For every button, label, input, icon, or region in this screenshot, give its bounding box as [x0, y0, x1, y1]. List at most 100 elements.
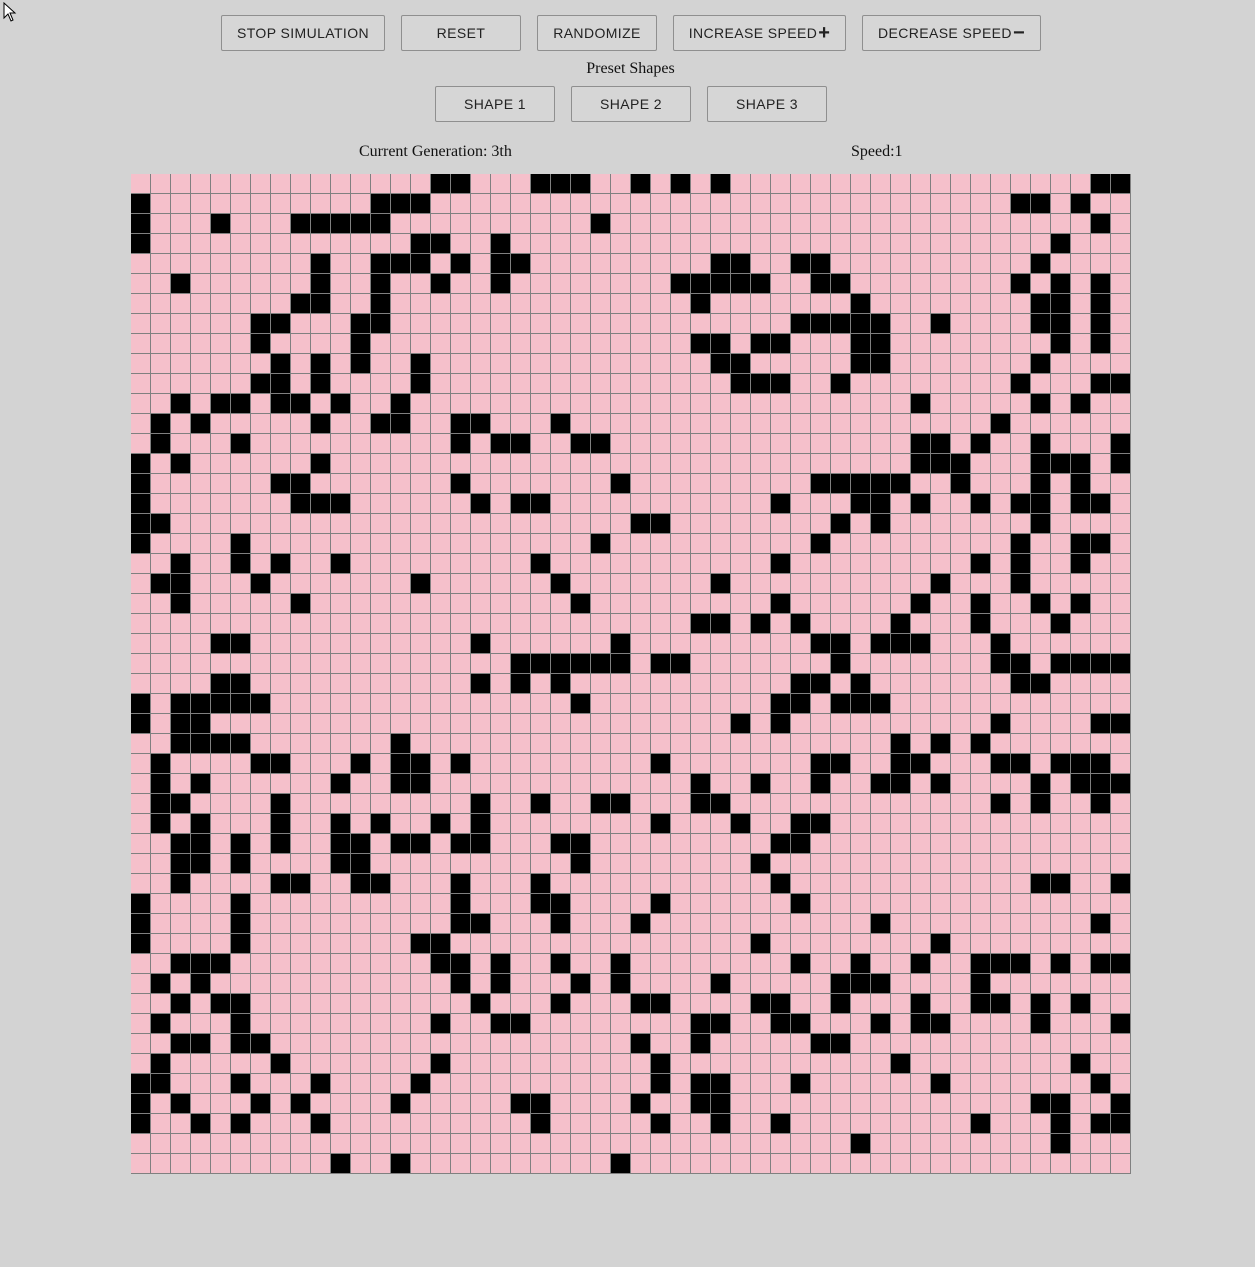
- grid-cell[interactable]: [651, 274, 671, 294]
- grid-cell[interactable]: [1111, 734, 1131, 754]
- grid-cell[interactable]: [971, 634, 991, 654]
- grid-cell[interactable]: [231, 274, 251, 294]
- grid-cell[interactable]: [491, 454, 511, 474]
- grid-cell[interactable]: [831, 374, 851, 394]
- grid-cell[interactable]: [651, 614, 671, 634]
- grid-cell[interactable]: [611, 814, 631, 834]
- grid-cell[interactable]: [871, 914, 891, 934]
- grid-cell[interactable]: [171, 1014, 191, 1034]
- grid-cell[interactable]: [531, 454, 551, 474]
- grid-cell[interactable]: [831, 494, 851, 514]
- grid-cell[interactable]: [591, 434, 611, 454]
- grid-cell[interactable]: [1091, 454, 1111, 474]
- grid-cell[interactable]: [1051, 174, 1071, 194]
- grid-cell[interactable]: [811, 674, 831, 694]
- grid-cell[interactable]: [851, 934, 871, 954]
- grid-cell[interactable]: [451, 394, 471, 414]
- grid-cell[interactable]: [251, 1014, 271, 1034]
- grid-cell[interactable]: [1031, 994, 1051, 1014]
- grid-cell[interactable]: [171, 994, 191, 1014]
- grid-cell[interactable]: [451, 1134, 471, 1154]
- grid-cell[interactable]: [451, 1054, 471, 1074]
- grid-cell[interactable]: [891, 1074, 911, 1094]
- grid-cell[interactable]: [651, 174, 671, 194]
- grid-cell[interactable]: [311, 814, 331, 834]
- grid-cell[interactable]: [651, 594, 671, 614]
- grid-cell[interactable]: [811, 454, 831, 474]
- grid-cell[interactable]: [311, 234, 331, 254]
- grid-cell[interactable]: [1071, 914, 1091, 934]
- grid-cell[interactable]: [491, 174, 511, 194]
- grid-cell[interactable]: [711, 294, 731, 314]
- grid-cell[interactable]: [991, 314, 1011, 334]
- grid-cell[interactable]: [391, 1154, 411, 1174]
- grid-cell[interactable]: [1071, 474, 1091, 494]
- grid-cell[interactable]: [191, 814, 211, 834]
- grid-cell[interactable]: [311, 294, 331, 314]
- grid-cell[interactable]: [531, 1154, 551, 1174]
- grid-cell[interactable]: [811, 1034, 831, 1054]
- grid-cell[interactable]: [571, 214, 591, 234]
- grid-cell[interactable]: [671, 1154, 691, 1174]
- grid-cell[interactable]: [1111, 974, 1131, 994]
- grid-cell[interactable]: [651, 1094, 671, 1114]
- grid-cell[interactable]: [1071, 454, 1091, 474]
- grid-cell[interactable]: [511, 634, 531, 654]
- grid-cell[interactable]: [451, 1014, 471, 1034]
- grid-cell[interactable]: [511, 594, 531, 614]
- grid-cell[interactable]: [471, 754, 491, 774]
- grid-cell[interactable]: [731, 174, 751, 194]
- grid-cell[interactable]: [771, 1014, 791, 1034]
- grid-cell[interactable]: [251, 494, 271, 514]
- grid-cell[interactable]: [1091, 434, 1111, 454]
- grid-cell[interactable]: [291, 714, 311, 734]
- grid-cell[interactable]: [711, 1014, 731, 1034]
- grid-cell[interactable]: [711, 234, 731, 254]
- grid-cell[interactable]: [291, 794, 311, 814]
- grid-cell[interactable]: [1011, 1054, 1031, 1074]
- grid-cell[interactable]: [131, 354, 151, 374]
- grid-cell[interactable]: [351, 1034, 371, 1054]
- grid-cell[interactable]: [971, 774, 991, 794]
- grid-cell[interactable]: [871, 374, 891, 394]
- grid-cell[interactable]: [1051, 994, 1071, 1014]
- grid-cell[interactable]: [351, 1154, 371, 1174]
- grid-cell[interactable]: [371, 1094, 391, 1114]
- grid-cell[interactable]: [271, 354, 291, 374]
- grid-cell[interactable]: [151, 334, 171, 354]
- grid-cell[interactable]: [751, 834, 771, 854]
- grid-cell[interactable]: [131, 374, 151, 394]
- grid-cell[interactable]: [671, 714, 691, 734]
- grid-cell[interactable]: [531, 614, 551, 634]
- grid-cell[interactable]: [211, 394, 231, 414]
- grid-cell[interactable]: [1011, 534, 1031, 554]
- grid-cell[interactable]: [451, 994, 471, 1014]
- grid-cell[interactable]: [891, 814, 911, 834]
- grid-cell[interactable]: [591, 1054, 611, 1074]
- grid-cell[interactable]: [491, 874, 511, 894]
- grid-cell[interactable]: [1031, 614, 1051, 634]
- grid-cell[interactable]: [611, 194, 631, 214]
- grid-cell[interactable]: [151, 1034, 171, 1054]
- grid-cell[interactable]: [851, 554, 871, 574]
- grid-cell[interactable]: [611, 454, 631, 474]
- grid-cell[interactable]: [311, 574, 331, 594]
- grid-cell[interactable]: [1051, 334, 1071, 354]
- grid-cell[interactable]: [311, 1154, 331, 1174]
- grid-cell[interactable]: [811, 374, 831, 394]
- grid-cell[interactable]: [951, 1054, 971, 1074]
- grid-cell[interactable]: [131, 854, 151, 874]
- grid-cell[interactable]: [871, 1134, 891, 1154]
- grid-cell[interactable]: [971, 494, 991, 514]
- grid-cell[interactable]: [871, 1054, 891, 1074]
- grid-cell[interactable]: [831, 974, 851, 994]
- grid-cell[interactable]: [511, 1094, 531, 1114]
- grid-cell[interactable]: [371, 894, 391, 914]
- grid-cell[interactable]: [311, 874, 331, 894]
- grid-cell[interactable]: [611, 314, 631, 334]
- grid-cell[interactable]: [331, 594, 351, 614]
- grid-cell[interactable]: [1011, 1034, 1031, 1054]
- grid-cell[interactable]: [451, 894, 471, 914]
- grid-cell[interactable]: [491, 194, 511, 214]
- grid-cell[interactable]: [911, 294, 931, 314]
